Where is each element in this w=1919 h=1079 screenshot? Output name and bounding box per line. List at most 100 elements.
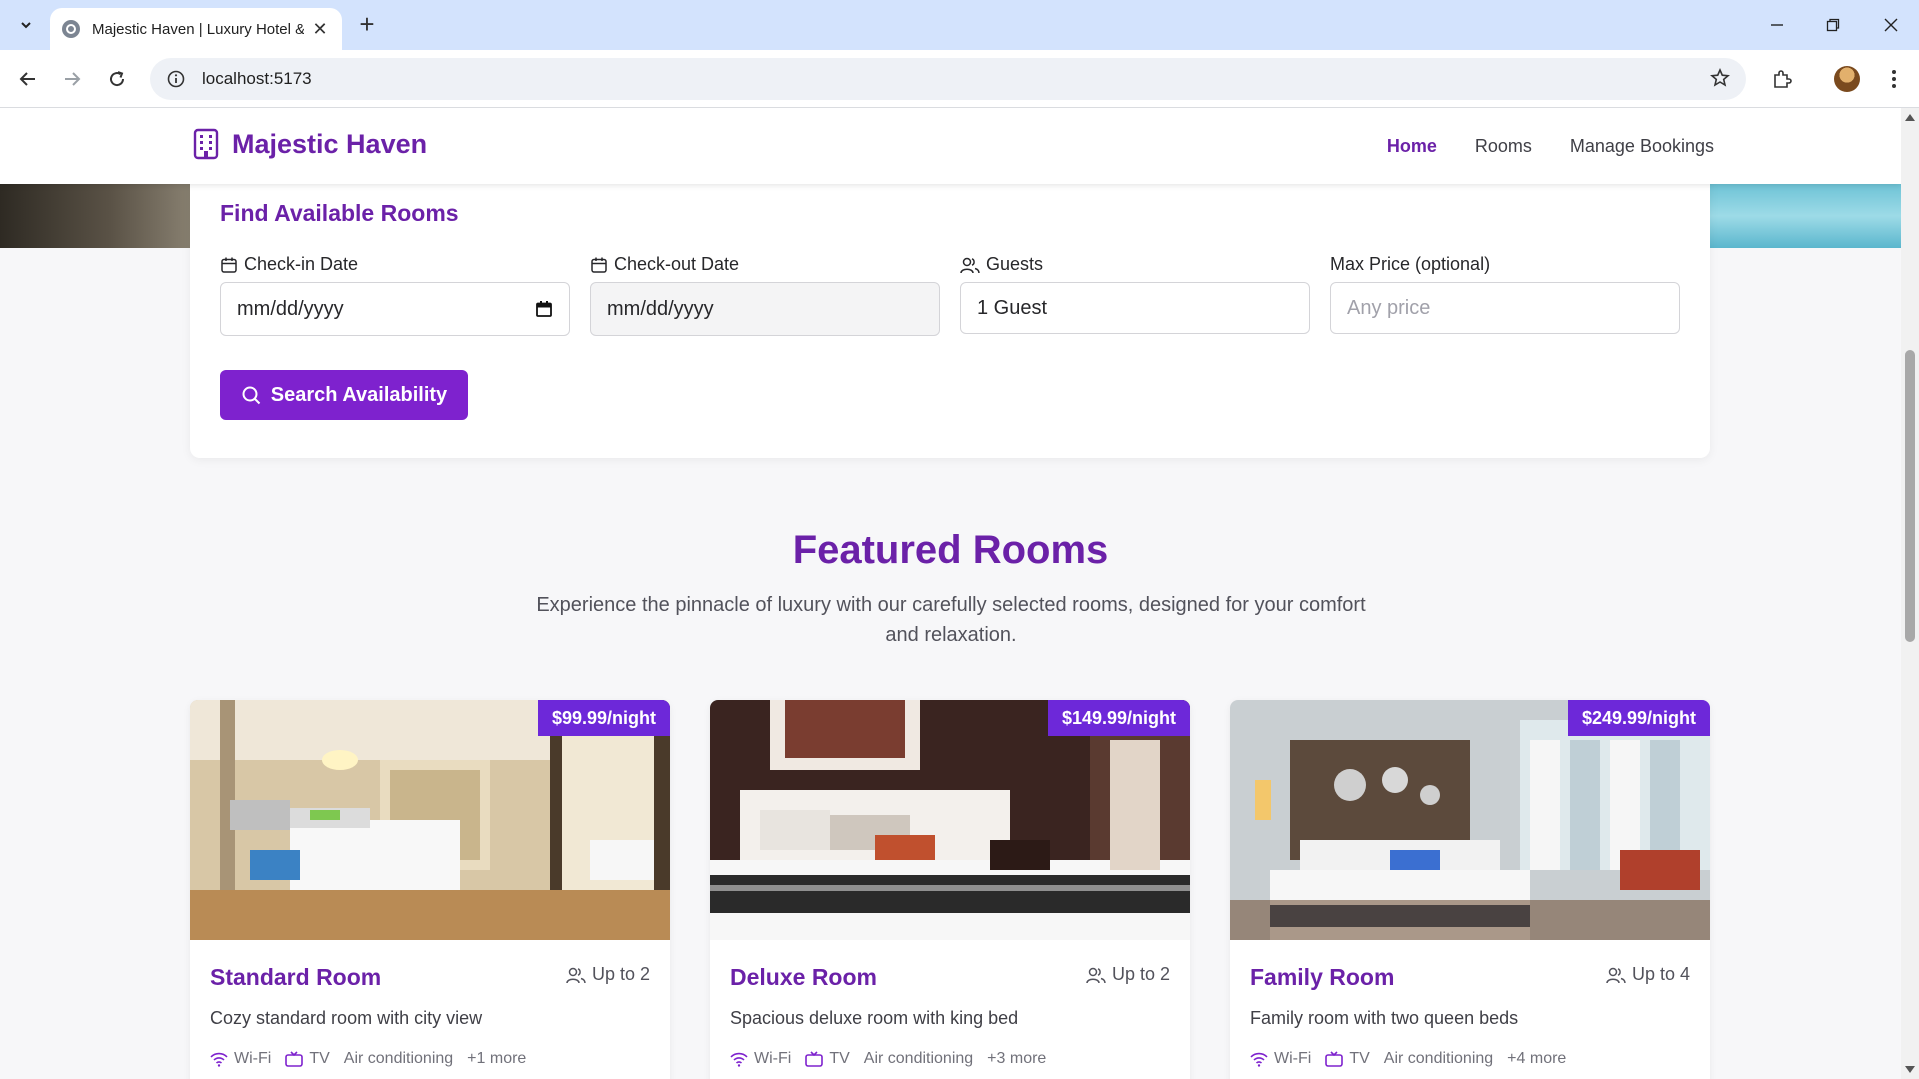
users-icon — [1606, 967, 1626, 983]
site-info-icon[interactable] — [166, 69, 186, 89]
room-capacity-text: Up to 4 — [1631, 964, 1690, 984]
wifi-icon — [210, 1052, 228, 1067]
site-header: Majestic Haven Home Rooms Manage Booking… — [0, 108, 1901, 184]
amenity-more[interactable]: +1 more — [467, 1050, 526, 1068]
amenity-list: Wi-Fi TV Air conditioning +3 more — [730, 1050, 1046, 1068]
reload-icon[interactable] — [101, 63, 133, 95]
globe-icon — [62, 20, 80, 38]
room-capacity: Up to 4 — [1606, 964, 1690, 985]
max-price-input[interactable]: Any price — [1330, 282, 1680, 334]
room-capacity-text: Up to 2 — [591, 964, 650, 984]
room-card-standard[interactable]: $99.99/night Standard Room Up to 2 Cozy … — [190, 700, 670, 1079]
amenity-wifi: Wi-Fi — [210, 1050, 271, 1068]
room-capacity-text: Up to 2 — [1111, 964, 1170, 984]
page-viewport: Majestic Haven Home Rooms Manage Booking… — [0, 108, 1901, 1079]
amenity-tv-label: TV — [1349, 1050, 1370, 1067]
new-tab-icon[interactable]: + — [352, 10, 382, 40]
room-photo — [710, 700, 1190, 940]
featured-subtitle: Experience the pinnacle of luxury with o… — [536, 594, 1366, 646]
browser-tab-bar: Majestic Haven | Luxury Hotel & ✕ + — [0, 0, 1919, 50]
wifi-icon — [730, 1052, 748, 1067]
extensions-icon[interactable] — [1766, 63, 1798, 95]
forward-arrow-icon[interactable] — [56, 63, 88, 95]
checkout-value: mm/dd/yyyy — [607, 297, 714, 320]
amenity-ac: Air conditioning — [863, 1050, 974, 1067]
scroll-down-arrow-icon[interactable] — [1905, 1066, 1915, 1073]
nav-manage-bookings[interactable]: Manage Bookings — [1570, 136, 1714, 157]
tab-title: Majestic Haven | Luxury Hotel & — [92, 20, 304, 38]
guests-value: 1 Guest — [977, 296, 1048, 319]
close-window-icon[interactable] — [1871, 8, 1911, 42]
tab-search-dropdown-icon[interactable] — [12, 11, 40, 39]
back-arrow-icon[interactable] — [12, 63, 44, 95]
amenity-wifi: Wi-Fi — [1250, 1050, 1311, 1068]
search-card: Find Available Rooms Check-in Date mm/dd… — [190, 148, 1710, 458]
checkin-input[interactable]: mm/dd/yyyy — [220, 282, 570, 336]
checkout-input[interactable]: mm/dd/yyyy — [590, 282, 940, 336]
calendar-icon — [591, 257, 607, 273]
wifi-icon — [1250, 1052, 1268, 1067]
tv-icon — [285, 1051, 304, 1067]
room-description: Cozy standard room with city view — [210, 1008, 483, 1028]
profile-avatar[interactable] — [1831, 63, 1863, 95]
tab-close-icon[interactable]: ✕ — [310, 19, 330, 40]
search-availability-button[interactable]: Search Availability — [220, 370, 468, 420]
amenity-more[interactable]: +3 more — [987, 1050, 1046, 1068]
tv-icon — [1325, 1051, 1344, 1067]
calendar-picker-icon[interactable] — [535, 300, 553, 318]
bookmark-star-icon[interactable] — [1710, 68, 1730, 93]
amenity-more[interactable]: +4 more — [1507, 1050, 1566, 1068]
brand-logo[interactable]: Majestic Haven — [192, 128, 427, 160]
checkin-label: Check-in Date — [220, 254, 358, 275]
search-button-label: Search Availability — [270, 383, 448, 406]
room-capacity: Up to 2 — [1086, 964, 1170, 985]
checkout-label-text: Check-out Date — [614, 254, 740, 274]
nav-home[interactable]: Home — [1387, 136, 1437, 157]
users-icon — [566, 967, 586, 983]
amenity-list: Wi-Fi TV Air conditioning +4 more — [1250, 1050, 1566, 1068]
room-card-family[interactable]: $249.99/night Family Room Up to 4 Family… — [1230, 700, 1710, 1079]
room-description: Family room with two queen beds — [1250, 1008, 1519, 1028]
price-badge: $249.99/night — [1567, 700, 1710, 736]
users-icon — [960, 257, 980, 273]
amenity-list: Wi-Fi TV Air conditioning +1 more — [210, 1050, 526, 1068]
max-price-label: Max Price (optional) — [1330, 254, 1490, 275]
amenity-tv: TV — [285, 1050, 330, 1068]
hero-image-left — [0, 184, 200, 248]
room-name[interactable]: Family Room — [1250, 964, 1394, 991]
room-name[interactable]: Standard Room — [210, 964, 381, 991]
amenity-tv: TV — [805, 1050, 850, 1068]
address-bar[interactable]: localhost:5173 — [150, 58, 1746, 100]
featured-title: Featured Rooms — [792, 528, 1109, 572]
max-price-label-text: Max Price (optional) — [1330, 254, 1491, 274]
hero-image-right — [1700, 184, 1901, 248]
restore-icon[interactable] — [1813, 8, 1853, 42]
minimize-icon[interactable] — [1757, 8, 1797, 42]
nav-rooms[interactable]: Rooms — [1475, 136, 1532, 157]
browser-toolbar: localhost:5173 — [0, 50, 1919, 108]
browser-menu-icon[interactable] — [1878, 63, 1910, 95]
amenity-tv: TV — [1325, 1050, 1370, 1068]
tv-icon — [805, 1051, 824, 1067]
price-badge: $99.99/night — [537, 700, 670, 736]
room-name[interactable]: Deluxe Room — [730, 964, 877, 991]
main-nav: Home Rooms Manage Bookings — [1387, 108, 1714, 184]
amenity-wifi-label: Wi-Fi — [754, 1050, 792, 1067]
room-photo — [1230, 700, 1710, 940]
page-scrollbar[interactable] — [1901, 108, 1919, 1079]
amenity-wifi-label: Wi-Fi — [1274, 1050, 1312, 1067]
brand-name: Majestic Haven — [232, 128, 428, 159]
browser-tab[interactable]: Majestic Haven | Luxury Hotel & ✕ — [50, 8, 342, 50]
guests-select[interactable]: 1 Guest — [960, 282, 1310, 334]
amenity-wifi: Wi-Fi — [730, 1050, 791, 1068]
search-title: Find Available Rooms — [220, 200, 459, 226]
room-card-deluxe[interactable]: $149.99/night Deluxe Room Up to 2 Spacio… — [710, 700, 1190, 1079]
amenity-tv-label: TV — [829, 1050, 850, 1067]
price-badge: $149.99/night — [1047, 700, 1190, 736]
amenity-ac: Air conditioning — [1383, 1050, 1494, 1067]
scrollbar-thumb[interactable] — [1905, 350, 1915, 642]
amenity-wifi-label: Wi-Fi — [234, 1050, 272, 1067]
search-icon — [242, 386, 261, 405]
room-capacity: Up to 2 — [566, 964, 650, 985]
scroll-up-arrow-icon[interactable] — [1905, 114, 1915, 121]
